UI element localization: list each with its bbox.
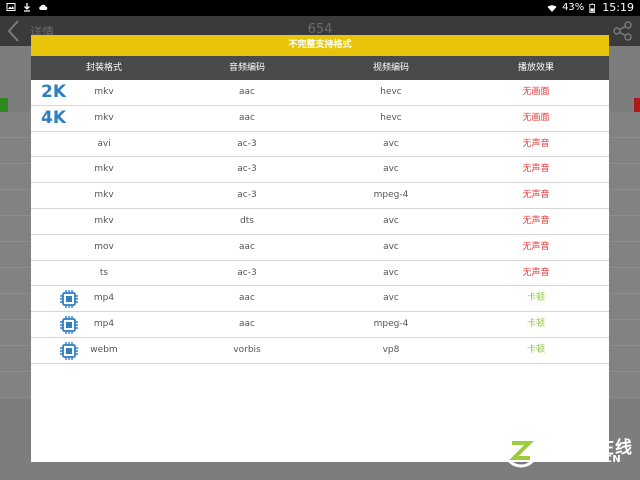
column-header-audio: 音频编码 xyxy=(228,63,265,73)
empty-icon-cell xyxy=(41,157,81,182)
status-bar: 43% 15:19 xyxy=(0,0,640,16)
background-green-strip xyxy=(0,98,8,112)
table-row: mkv ac-3 avc 无声音 xyxy=(31,157,609,184)
cell-container: avi xyxy=(97,138,111,149)
cell-audio-codec: ac-3 xyxy=(237,190,257,201)
dialog-title: 不完整支持格式 xyxy=(31,35,609,56)
empty-icon-cell xyxy=(41,209,81,234)
wifi-icon xyxy=(547,4,557,12)
cell-container: mkv xyxy=(94,87,114,97)
background-rows-left xyxy=(0,112,32,402)
table-row: mkv ac-3 mpeg-4 无声音 xyxy=(31,183,609,209)
cell-audio-codec: ac-3 xyxy=(237,164,257,175)
cell-audio-codec: dts xyxy=(240,215,254,226)
table-row: mov aac avc 无声音 xyxy=(31,235,609,261)
table-row: 2K mkv aac hevc 无画面 xyxy=(31,80,609,106)
cell-video-codec: avc xyxy=(383,241,399,252)
cell-play-result: 卡顿 xyxy=(526,293,545,304)
cell-audio-codec: ac-3 xyxy=(237,267,257,278)
cell-audio-codec: aac xyxy=(239,112,255,123)
cpu-chip-icon xyxy=(60,341,78,360)
format-support-dialog: 不完整支持格式 封装格式 音频编码 视频编码 播放效果 2K mkv aac hevc… xyxy=(31,35,609,462)
cpu-chip-icon xyxy=(60,290,78,309)
column-header-video: 视频编码 xyxy=(372,63,409,73)
cloud-icon xyxy=(39,4,48,10)
empty-icon-cell xyxy=(41,132,81,157)
cell-video-codec: avc xyxy=(383,164,399,175)
table-row: avi ac-3 avc 无声音 xyxy=(31,132,609,158)
format-table-body: 2K mkv aac hevc 无画面 4K mkv aac hevc 无画面 avi ac-3 avc… xyxy=(31,80,609,364)
empty-icon-cell xyxy=(41,183,81,208)
table-row: ts ac-3 avc 无声音 xyxy=(31,261,609,287)
table-row: mp4 aac mpeg-4 卡顿 xyxy=(31,312,609,338)
cell-audio-codec: aac xyxy=(239,87,255,97)
cell-container: mkv xyxy=(94,215,114,226)
cell-container: mov xyxy=(94,241,114,252)
cell-play-result: 卡顿 xyxy=(526,344,545,355)
cell-container: ts xyxy=(99,267,109,278)
cell-play-result: 无声音 xyxy=(522,164,550,175)
cell-video-codec: avc xyxy=(383,293,399,304)
cell-play-result: 无声音 xyxy=(522,241,550,252)
cell-play-result: 无画面 xyxy=(522,112,550,123)
empty-icon-cell xyxy=(41,235,81,260)
cell-container: mp4 xyxy=(93,319,115,330)
status-left xyxy=(6,2,48,12)
clock: 15:19 xyxy=(602,1,634,14)
share-icon[interactable] xyxy=(612,20,634,42)
cpu-chip-icon-cell xyxy=(41,338,81,363)
cell-container: mkv xyxy=(94,112,114,123)
image-icon xyxy=(6,3,16,11)
cell-video-codec: vp8 xyxy=(382,344,400,355)
resolution-badge-4k-icon: 4K xyxy=(41,107,67,128)
cpu-chip-icon-cell xyxy=(41,312,81,337)
cell-container: mkv xyxy=(94,190,114,201)
cell-audio-codec: aac xyxy=(239,241,255,252)
column-header-result: 播放效果 xyxy=(517,63,554,73)
cell-play-result: 无声音 xyxy=(522,267,550,278)
cell-play-result: 无声音 xyxy=(522,215,550,226)
cell-video-codec: hevc xyxy=(380,112,402,123)
cell-container: mp4 xyxy=(93,293,115,304)
cell-video-codec: avc xyxy=(383,215,399,226)
zol-logo-icon xyxy=(503,432,539,468)
cell-container: mkv xyxy=(94,164,114,175)
table-row: mp4 aac avc 卡顿 xyxy=(31,286,609,313)
cell-audio-codec: vorbis xyxy=(233,344,261,355)
cell-play-result: 无画面 xyxy=(522,87,550,97)
table-row: mkv dts avc 无声音 xyxy=(31,209,609,235)
table-header: 封装格式 音频编码 视频编码 播放效果 xyxy=(31,56,609,80)
cell-container: webm xyxy=(90,344,118,355)
cpu-chip-icon xyxy=(60,316,78,335)
watermark-en: ZOL.COM.CN xyxy=(545,454,622,465)
battery-icon xyxy=(589,3,596,13)
cell-video-codec: mpeg-4 xyxy=(373,319,409,330)
cell-video-codec: avc xyxy=(383,267,399,278)
cell-audio-codec: aac xyxy=(239,293,255,304)
battery-percent: 43% xyxy=(562,2,585,13)
background-red-strip xyxy=(634,98,640,112)
cell-play-result: 卡顿 xyxy=(526,319,545,330)
download-icon xyxy=(24,3,30,12)
table-row: 4K mkv aac hevc 无画面 xyxy=(31,106,609,132)
cell-play-result: 无声音 xyxy=(522,190,550,201)
resolution-badge-2k-icon: 2K xyxy=(41,82,67,102)
empty-icon-cell xyxy=(41,261,81,286)
background-rows-right xyxy=(608,112,640,402)
zol-watermark: 中关村在线 ZOL.COM.CN xyxy=(503,430,635,470)
cell-audio-codec: aac xyxy=(239,319,255,330)
cell-video-codec: avc xyxy=(383,138,399,149)
table-row: webm vorbis vp8 卡顿 xyxy=(31,338,609,364)
cell-audio-codec: ac-3 xyxy=(237,138,257,149)
status-right: 43% 15:19 xyxy=(547,1,634,14)
cell-play-result: 无声音 xyxy=(522,138,550,149)
cell-video-codec: mpeg-4 xyxy=(373,190,409,201)
cell-video-codec: hevc xyxy=(380,87,402,97)
cpu-chip-icon-cell xyxy=(41,286,81,311)
column-header-container: 封装格式 xyxy=(85,63,122,73)
